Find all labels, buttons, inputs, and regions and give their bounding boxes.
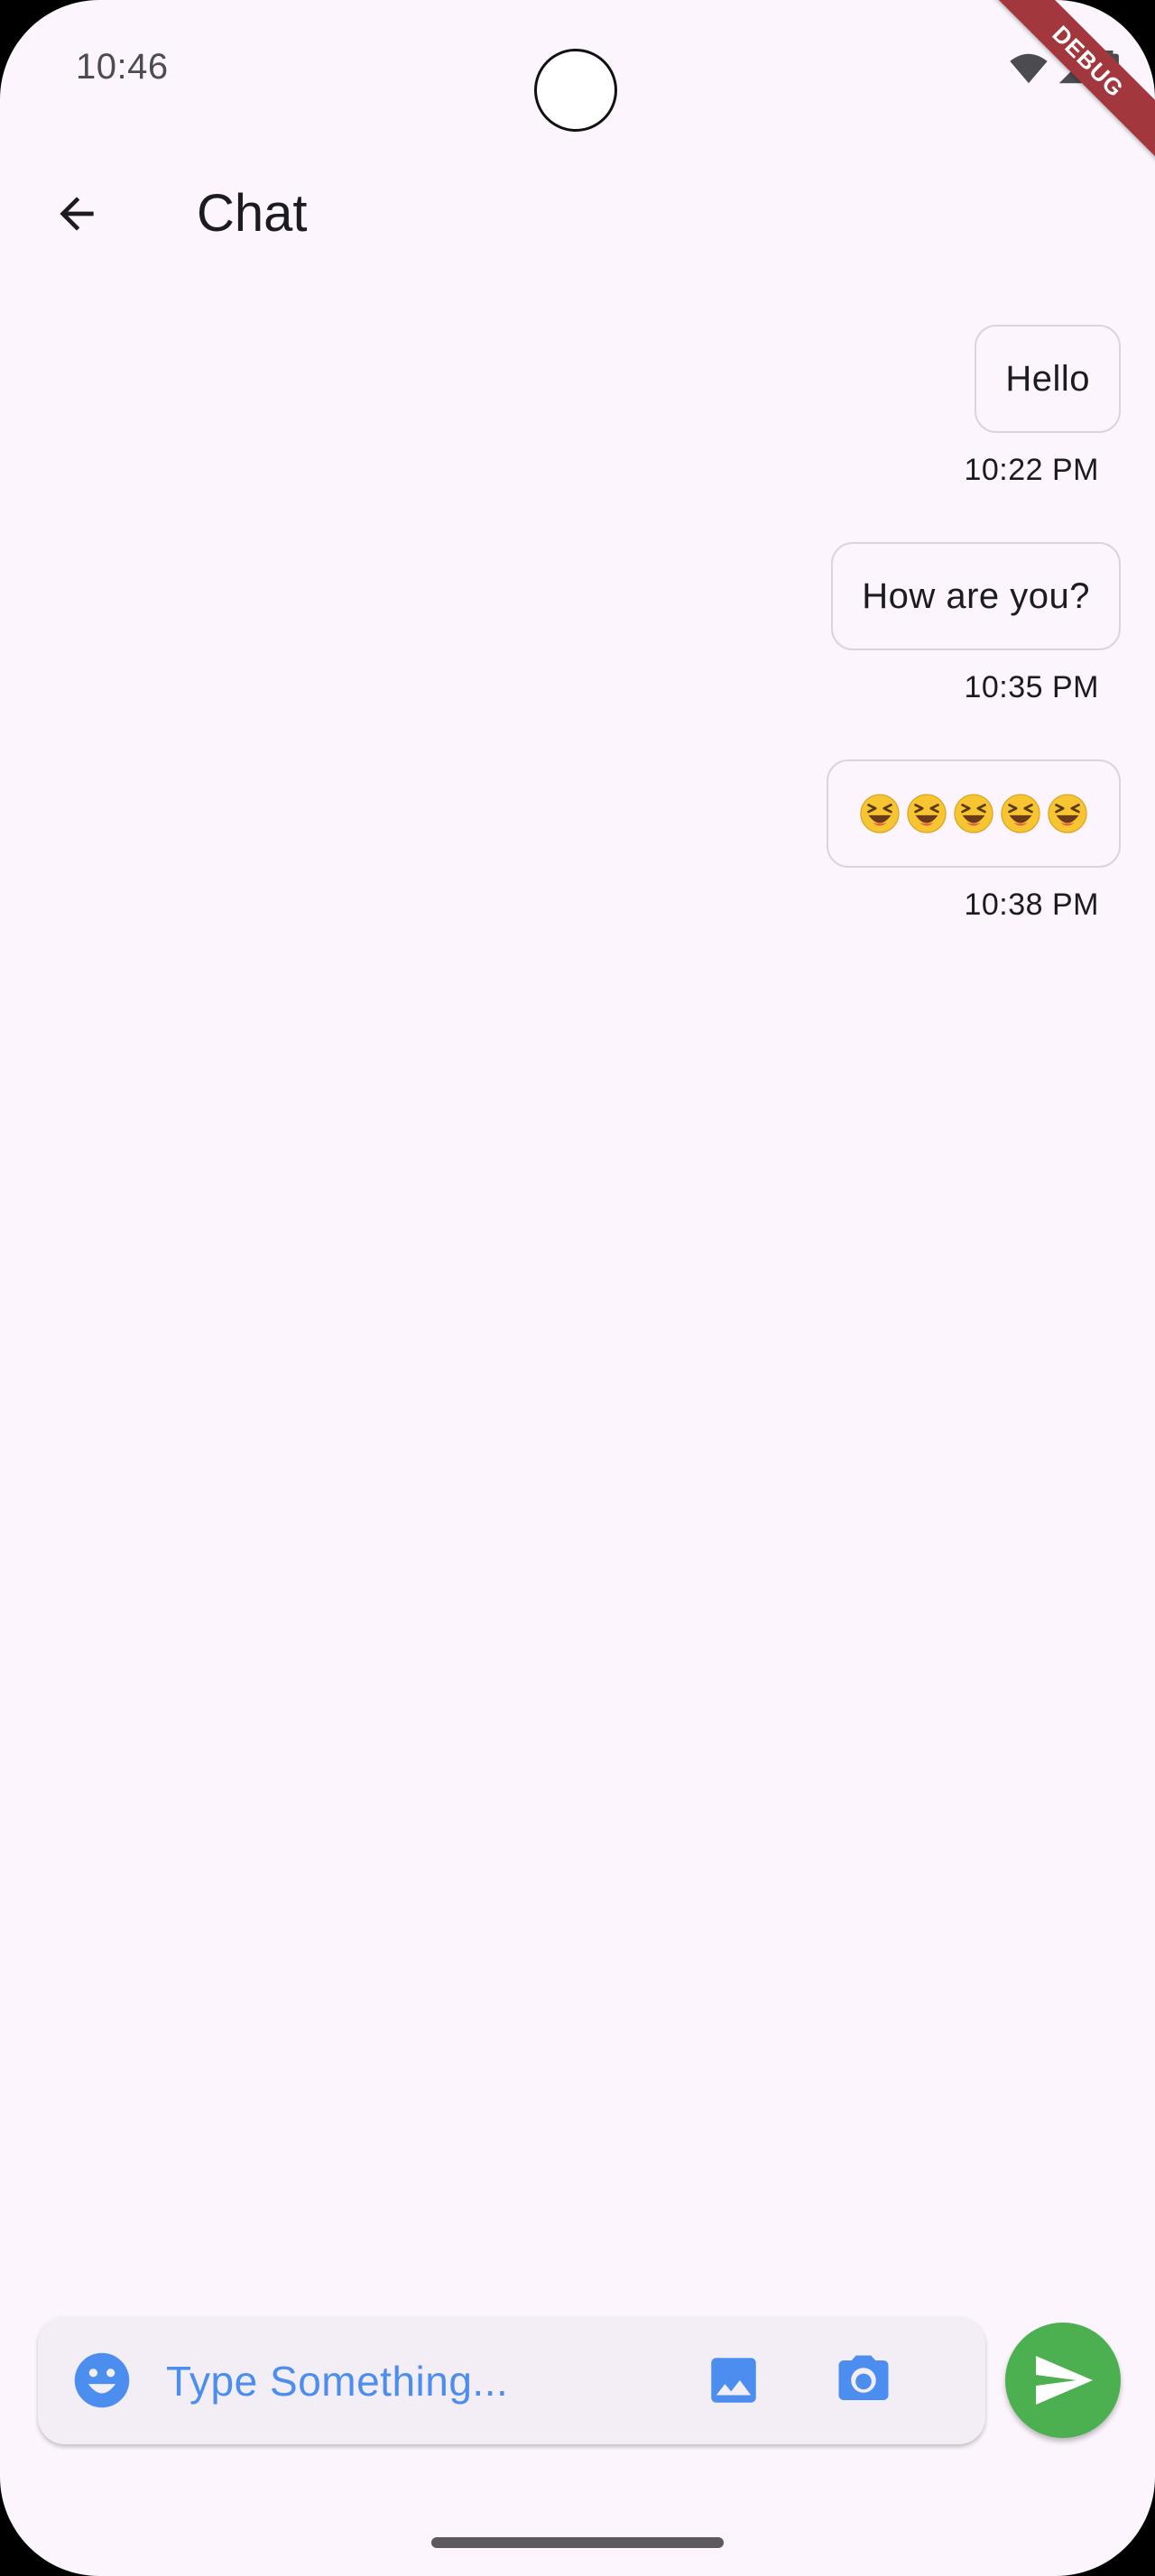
camera-button[interactable] xyxy=(834,2351,893,2410)
page-title: Chat xyxy=(197,184,308,243)
message-input[interactable] xyxy=(164,2349,691,2414)
message-timestamp: 10:38 PM xyxy=(964,888,1099,922)
home-indicator[interactable] xyxy=(431,2537,724,2548)
send-icon xyxy=(1036,2356,1093,2405)
message-composer xyxy=(38,2316,985,2444)
debug-banner: DEBUG xyxy=(966,0,1155,184)
message-item: Hello 10:22 PM xyxy=(128,325,1121,488)
message-bubble[interactable] xyxy=(827,759,1121,868)
image-button[interactable] xyxy=(704,2351,763,2410)
message-list: Hello 10:22 PM How are you? 10:35 PM 10:… xyxy=(128,325,1121,977)
laughing-face-icon xyxy=(907,794,947,833)
back-button[interactable] xyxy=(36,173,117,254)
image-icon xyxy=(711,2358,756,2403)
laughing-face-icon xyxy=(954,794,993,833)
wifi-icon xyxy=(1010,53,1048,84)
laughing-face-icon xyxy=(1001,794,1040,833)
laughing-face-icon xyxy=(860,794,900,833)
chat-screen: 10:46 DEBUG Chat Hello 10:22 PM How are … xyxy=(0,0,1155,2576)
send-button[interactable] xyxy=(1005,2323,1121,2438)
message-item: 10:38 PM xyxy=(128,759,1121,923)
message-bubble[interactable]: How are you? xyxy=(831,542,1121,650)
message-timestamp: 10:35 PM xyxy=(964,670,1099,704)
message-bubble[interactable]: Hello xyxy=(975,325,1121,433)
arrow-back-icon xyxy=(60,197,94,231)
laughing-face-icon xyxy=(1048,794,1087,833)
camera-cutout xyxy=(534,49,617,132)
emoji-button[interactable] xyxy=(72,2351,132,2410)
camera-icon xyxy=(838,2355,889,2400)
status-time: 10:46 xyxy=(76,47,169,87)
message-item: How are you? 10:35 PM xyxy=(128,542,1121,705)
message-timestamp: 10:22 PM xyxy=(964,453,1099,487)
emoji-icon xyxy=(74,2352,130,2408)
